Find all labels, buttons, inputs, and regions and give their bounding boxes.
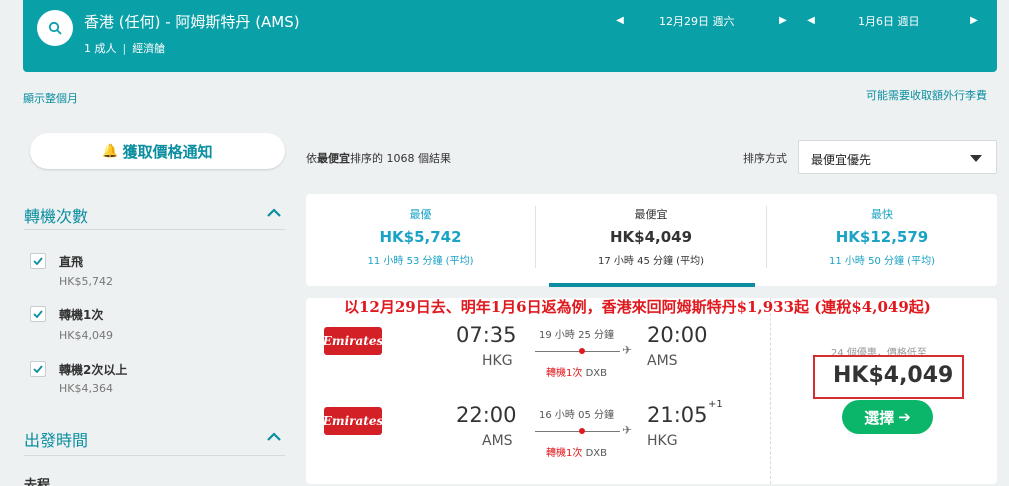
- tab-best[interactable]: 最優 HK$5,742 11 小時 53 分鐘 (平均): [306, 194, 535, 286]
- stopover-airport: DXB: [585, 448, 607, 459]
- arrival-time: 21:05: [647, 403, 708, 427]
- next-day-indicator: +1: [708, 399, 723, 410]
- tab-cheapest[interactable]: 最便宜 HK$4,049 17 小時 45 分鐘 (平均): [536, 194, 766, 286]
- plane-icon: ✈: [622, 343, 633, 357]
- depart-prev-icon[interactable]: ◀: [614, 13, 626, 27]
- tab-title: 最快: [871, 208, 893, 221]
- traveler-summary[interactable]: 1 成人 | 經濟艙: [84, 40, 165, 56]
- checkbox-nonstop[interactable]: [30, 253, 46, 269]
- arrow-right-icon: ➔: [898, 408, 911, 426]
- stops-count: 轉機1次: [546, 448, 583, 459]
- departure-time: 07:35: [456, 323, 517, 347]
- stop-option-label[interactable]: 轉機1次: [59, 306, 103, 323]
- stops-info: 轉機1次 DXB: [546, 444, 607, 459]
- select-button[interactable]: 選擇 ➔: [842, 400, 933, 434]
- depart-next-icon[interactable]: ▶: [777, 13, 789, 27]
- stopover-airport: DXB: [585, 368, 607, 379]
- stop-option-label[interactable]: 直飛: [59, 253, 83, 270]
- show-month-link[interactable]: 顯示整個月: [23, 90, 78, 106]
- stop-option-price: HK$4,364: [59, 382, 113, 395]
- return-prev-icon[interactable]: ◀: [805, 13, 817, 27]
- tab-duration: 17 小時 45 分鐘 (平均): [598, 256, 704, 267]
- airline-logo: Emirates: [323, 407, 383, 435]
- arrival-time: 20:00: [647, 323, 708, 347]
- stop-dot: [579, 348, 585, 354]
- flight-duration: 19 小時 25 分鐘: [539, 330, 614, 341]
- cabin-class: 經濟艙: [132, 42, 166, 55]
- departure-time: 22:00: [456, 403, 517, 427]
- divider: [770, 298, 771, 484]
- departure-filter-title[interactable]: 出發時間: [24, 427, 88, 451]
- divider: [24, 455, 285, 456]
- stops-count: 轉機1次: [546, 368, 583, 379]
- checkbox-one-stop[interactable]: [30, 306, 46, 322]
- chevron-up-icon[interactable]: [266, 208, 282, 218]
- separator: |: [122, 42, 127, 55]
- stop-option-price: HK$4,049: [59, 329, 113, 342]
- results-count: 依最便宜排序的 1068 個結果: [306, 150, 451, 166]
- passenger-count: 1 成人: [84, 42, 117, 55]
- tab-price: HK$12,579: [835, 228, 929, 246]
- arrival-airport: AMS: [647, 353, 678, 369]
- airline-logo: Emirates: [323, 327, 383, 355]
- results-count-sort: 最便宜: [317, 152, 350, 165]
- route-line: [535, 431, 620, 432]
- route-title[interactable]: 香港 (任何) - 阿姆斯特丹 (AMS): [84, 11, 300, 32]
- select-label: 選擇: [864, 408, 895, 427]
- stops-info: 轉機1次 DXB: [546, 364, 607, 379]
- results-count-suffix: 排序的 1068 個結果: [350, 152, 451, 165]
- route-line: [535, 351, 620, 352]
- tab-duration: 11 小時 53 分鐘 (平均): [367, 256, 474, 267]
- price-alert-label: 獲取價格通知: [122, 142, 213, 161]
- price-alert-button[interactable]: 🔔 獲取價格通知: [30, 133, 285, 169]
- sort-value: 最便宜優先: [811, 153, 872, 167]
- tab-title: 最便宜: [634, 208, 668, 221]
- stops-filter-title[interactable]: 轉機次數: [24, 203, 88, 227]
- sort-dropdown[interactable]: 最便宜優先: [798, 140, 997, 174]
- chevron-down-icon: [970, 155, 982, 162]
- return-next-icon[interactable]: ▶: [968, 13, 980, 27]
- bell-icon: 🔔: [102, 143, 119, 159]
- tab-price: HK$4,049: [609, 228, 693, 246]
- tab-title: 最優: [409, 208, 432, 221]
- stop-dot: [579, 428, 585, 434]
- tab-fastest[interactable]: 最快 HK$12,579 11 小時 50 分鐘 (平均): [767, 194, 997, 286]
- tab-duration: 11 小時 50 分鐘 (平均): [829, 256, 935, 267]
- checkmark-icon: [33, 310, 43, 318]
- search-button[interactable]: [37, 10, 73, 46]
- return-date[interactable]: 1月6日 週日: [858, 13, 920, 29]
- departure-airport: HKG: [482, 353, 513, 369]
- results-count-prefix: 依: [306, 152, 317, 165]
- departure-airport: AMS: [482, 433, 513, 449]
- sort-label: 排序方式: [743, 152, 787, 165]
- checkmark-icon: [33, 365, 43, 373]
- sort-tabs: 最優 HK$5,742 11 小時 53 分鐘 (平均) 最便宜 HK$4,04…: [306, 194, 997, 286]
- divider: [24, 229, 285, 230]
- checkbox-two-plus-stops[interactable]: [30, 361, 46, 377]
- stop-option-price: HK$5,742: [59, 275, 113, 288]
- tab-price: HK$5,742: [379, 228, 462, 246]
- plane-icon: ✈: [622, 423, 633, 437]
- active-tab-indicator: [549, 283, 755, 287]
- arrival-airport: HKG: [647, 433, 678, 449]
- stop-option-label[interactable]: 轉機2次以上: [59, 361, 127, 378]
- promo-banner: 以12月29日去、明年1月6日返為例，香港來回阿姆斯特丹$1,933起 (連稅$…: [344, 298, 931, 316]
- flight-duration: 16 小時 05 分鐘: [539, 410, 614, 421]
- chevron-up-icon[interactable]: [266, 432, 282, 442]
- search-header: 香港 (任何) - 阿姆斯特丹 (AMS) 1 成人 | 經濟艙 ◀ 12月29日 …: [23, 0, 997, 72]
- checkmark-icon: [33, 257, 43, 265]
- price: HK$4,049: [833, 363, 954, 388]
- search-icon: [48, 21, 62, 35]
- extra-fees-link[interactable]: 可能需要收取額外行李費: [866, 87, 987, 103]
- outbound-label: 去程: [24, 478, 51, 486]
- depart-date[interactable]: 12月29日 週六: [659, 13, 735, 29]
